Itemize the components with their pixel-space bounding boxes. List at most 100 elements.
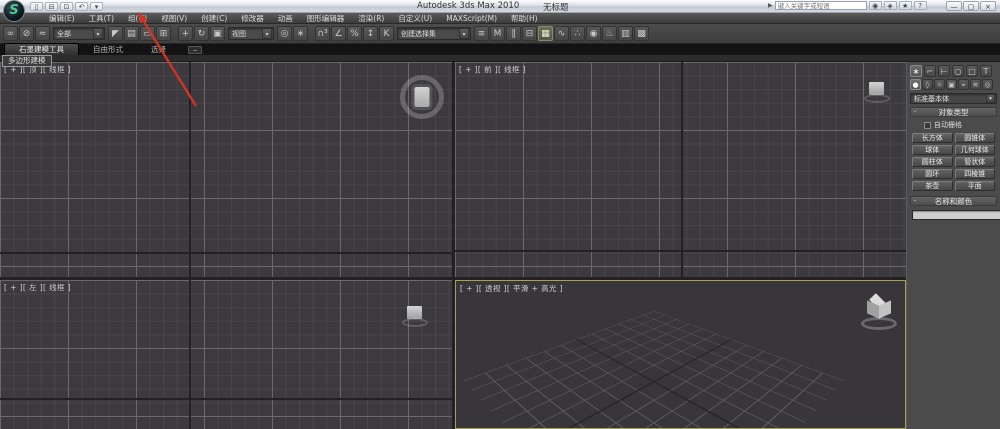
app-logo-icon[interactable]: S: [3, 0, 25, 22]
menu-customize[interactable]: 自定义(U): [391, 13, 439, 24]
geometry-category-icon[interactable]: ●: [910, 79, 921, 90]
named-selection-sets-dropdown[interactable]: 创建选择集 ▾: [397, 27, 471, 40]
select-by-name-icon[interactable]: ▤: [124, 26, 139, 41]
motion-tab-icon[interactable]: ○: [952, 65, 964, 77]
object-type-rollout-header[interactable]: - 对象类型: [910, 107, 997, 117]
menu-edit[interactable]: 编辑(E): [42, 13, 82, 24]
close-button[interactable]: ×: [980, 1, 996, 11]
viewcube[interactable]: [862, 80, 892, 106]
menu-rendering[interactable]: 渲染(R): [351, 13, 391, 24]
cameras-category-icon[interactable]: ▣: [946, 79, 957, 90]
tab-selection[interactable]: 选择: [137, 44, 180, 55]
pyramid-button[interactable]: 四棱锥: [954, 169, 995, 179]
viewcube[interactable]: [400, 75, 444, 119]
spinner-snap-icon[interactable]: ↕: [363, 26, 378, 41]
reference-coordinate-dropdown[interactable]: 视图 ▾: [228, 27, 274, 40]
viewport-left[interactable]: [ + ][ 左 ][ 线框 ]: [0, 280, 452, 429]
plane-button[interactable]: 平面: [954, 181, 995, 191]
snap-toggle-3d-icon[interactable]: ∩³: [315, 26, 330, 41]
viewport-label[interactable]: [ + ][ 透视 ][ 平滑 + 高光 ]: [460, 283, 563, 294]
viewport-top[interactable]: [ + ][ 顶 ][ 线框 ]: [0, 62, 452, 277]
infocenter-search-input[interactable]: [774, 1, 867, 10]
helpers-category-icon[interactable]: ⌖: [958, 79, 969, 90]
utilities-tab-icon[interactable]: T: [980, 65, 992, 77]
display-tab-icon[interactable]: □: [966, 65, 978, 77]
viewport-perspective[interactable]: [ + ][ 透视 ][ 平滑 + 高光 ]: [455, 280, 906, 429]
select-and-rotate-icon[interactable]: ↻: [194, 26, 209, 41]
curve-editor-icon[interactable]: ∿: [554, 26, 569, 41]
select-and-move-icon[interactable]: +: [178, 26, 193, 41]
geosphere-button[interactable]: 几何球体: [954, 145, 995, 155]
polygon-modeling-panel-button[interactable]: 多边形建模: [2, 55, 52, 67]
angle-snap-icon[interactable]: ∠: [331, 26, 346, 41]
material-editor-icon[interactable]: ◉: [586, 26, 601, 41]
window-crossing-icon[interactable]: ⊞: [156, 26, 171, 41]
viewcube[interactable]: [859, 293, 899, 333]
graphite-ribbon-toggle-icon[interactable]: ▦: [538, 26, 553, 41]
new-scene-icon[interactable]: ▯: [30, 2, 43, 11]
menu-graph-editors[interactable]: 图形编辑器: [300, 13, 352, 24]
rectangular-selection-region-icon[interactable]: ▭: [140, 26, 155, 41]
layer-manager-icon[interactable]: ⊟: [522, 26, 537, 41]
menu-maxscript[interactable]: MAXScript(M): [439, 13, 504, 24]
menu-views[interactable]: 视图(V): [154, 13, 194, 24]
menu-modifiers[interactable]: 修改器: [234, 13, 271, 24]
mirror-icon[interactable]: M: [490, 26, 505, 41]
tab-graphite-modeling-tools[interactable]: 石墨建模工具: [4, 43, 79, 55]
use-pivot-point-center-icon[interactable]: ◎: [277, 26, 292, 41]
subscription-key-icon[interactable]: ◈: [883, 1, 897, 10]
rendered-frame-window-icon[interactable]: ▥: [618, 26, 633, 41]
align-icon[interactable]: ∥: [506, 26, 521, 41]
open-file-icon[interactable]: ⊟: [45, 2, 58, 11]
viewport-label[interactable]: [ + ][ 前 ][ 线框 ]: [459, 64, 526, 75]
keyboard-override-icon[interactable]: K: [379, 26, 394, 41]
cylinder-button[interactable]: 圆柱体: [912, 157, 953, 167]
menu-animation[interactable]: 动画: [271, 13, 300, 24]
unlink-selection-icon[interactable]: ⊘: [19, 26, 34, 41]
render-setup-icon[interactable]: ♨: [602, 26, 617, 41]
torus-button[interactable]: 圆环: [912, 169, 953, 179]
qat-caret-icon[interactable]: ▾: [90, 2, 103, 11]
ribbon-minimize-icon[interactable]: −: [188, 46, 202, 54]
teapot-button[interactable]: 茶壶: [912, 181, 953, 191]
menu-tools[interactable]: 工具(T): [82, 13, 121, 24]
minimize-button[interactable]: —: [946, 1, 962, 11]
select-and-scale-icon[interactable]: ▣: [210, 26, 225, 41]
favorites-star-icon[interactable]: ★: [898, 1, 912, 10]
menu-group[interactable]: 组(G): [121, 13, 154, 24]
search-icon[interactable]: ◉: [868, 1, 882, 10]
maximize-button[interactable]: ▢: [963, 1, 979, 11]
tube-button[interactable]: 管状体: [954, 157, 995, 167]
viewport-front[interactable]: [ + ][ 前 ][ 线框 ]: [455, 62, 906, 277]
systems-category-icon[interactable]: ◎: [982, 79, 993, 90]
select-and-link-icon[interactable]: ∞: [3, 26, 18, 41]
shapes-category-icon[interactable]: ◊: [922, 79, 933, 90]
hierarchy-tab-icon[interactable]: ⊢: [938, 65, 950, 77]
edit-named-sets-icon[interactable]: ≡: [474, 26, 489, 41]
viewport-label[interactable]: [ + ][ 左 ][ 线框 ]: [4, 282, 71, 293]
cone-button[interactable]: 圆锥体: [954, 133, 995, 143]
box-button[interactable]: 长方体: [912, 133, 953, 143]
select-and-manipulate-icon[interactable]: ∗: [293, 26, 308, 41]
save-file-icon[interactable]: ⊡: [60, 2, 73, 11]
selection-filter-dropdown[interactable]: 全部 ▾: [53, 27, 105, 40]
primitive-category-dropdown[interactable]: 标准基本体 ▾: [910, 93, 997, 104]
space-warps-category-icon[interactable]: ≋: [970, 79, 981, 90]
tab-freeform[interactable]: 自由形式: [79, 44, 137, 55]
bind-to-space-warp-icon[interactable]: ≈: [35, 26, 50, 41]
name-color-rollout-header[interactable]: - 名称和颜色: [910, 196, 997, 206]
select-object-icon[interactable]: ◤: [108, 26, 123, 41]
menu-help[interactable]: 帮助(H): [504, 13, 545, 24]
autogrid-checkbox[interactable]: [924, 121, 931, 129]
search-go-icon[interactable]: ▶: [768, 2, 773, 9]
modify-tab-icon[interactable]: ⌐: [924, 65, 936, 77]
sphere-button[interactable]: 球体: [912, 145, 953, 155]
help-icon[interactable]: ?: [913, 1, 927, 10]
menu-create[interactable]: 创建(C): [194, 13, 234, 24]
viewcube[interactable]: [400, 304, 430, 330]
lights-category-icon[interactable]: ☼: [934, 79, 945, 90]
create-tab-icon[interactable]: ∗: [910, 65, 922, 77]
object-name-field[interactable]: [912, 210, 1000, 220]
undo-icon[interactable]: ↶: [75, 2, 88, 11]
render-production-icon[interactable]: ▩: [634, 26, 649, 41]
